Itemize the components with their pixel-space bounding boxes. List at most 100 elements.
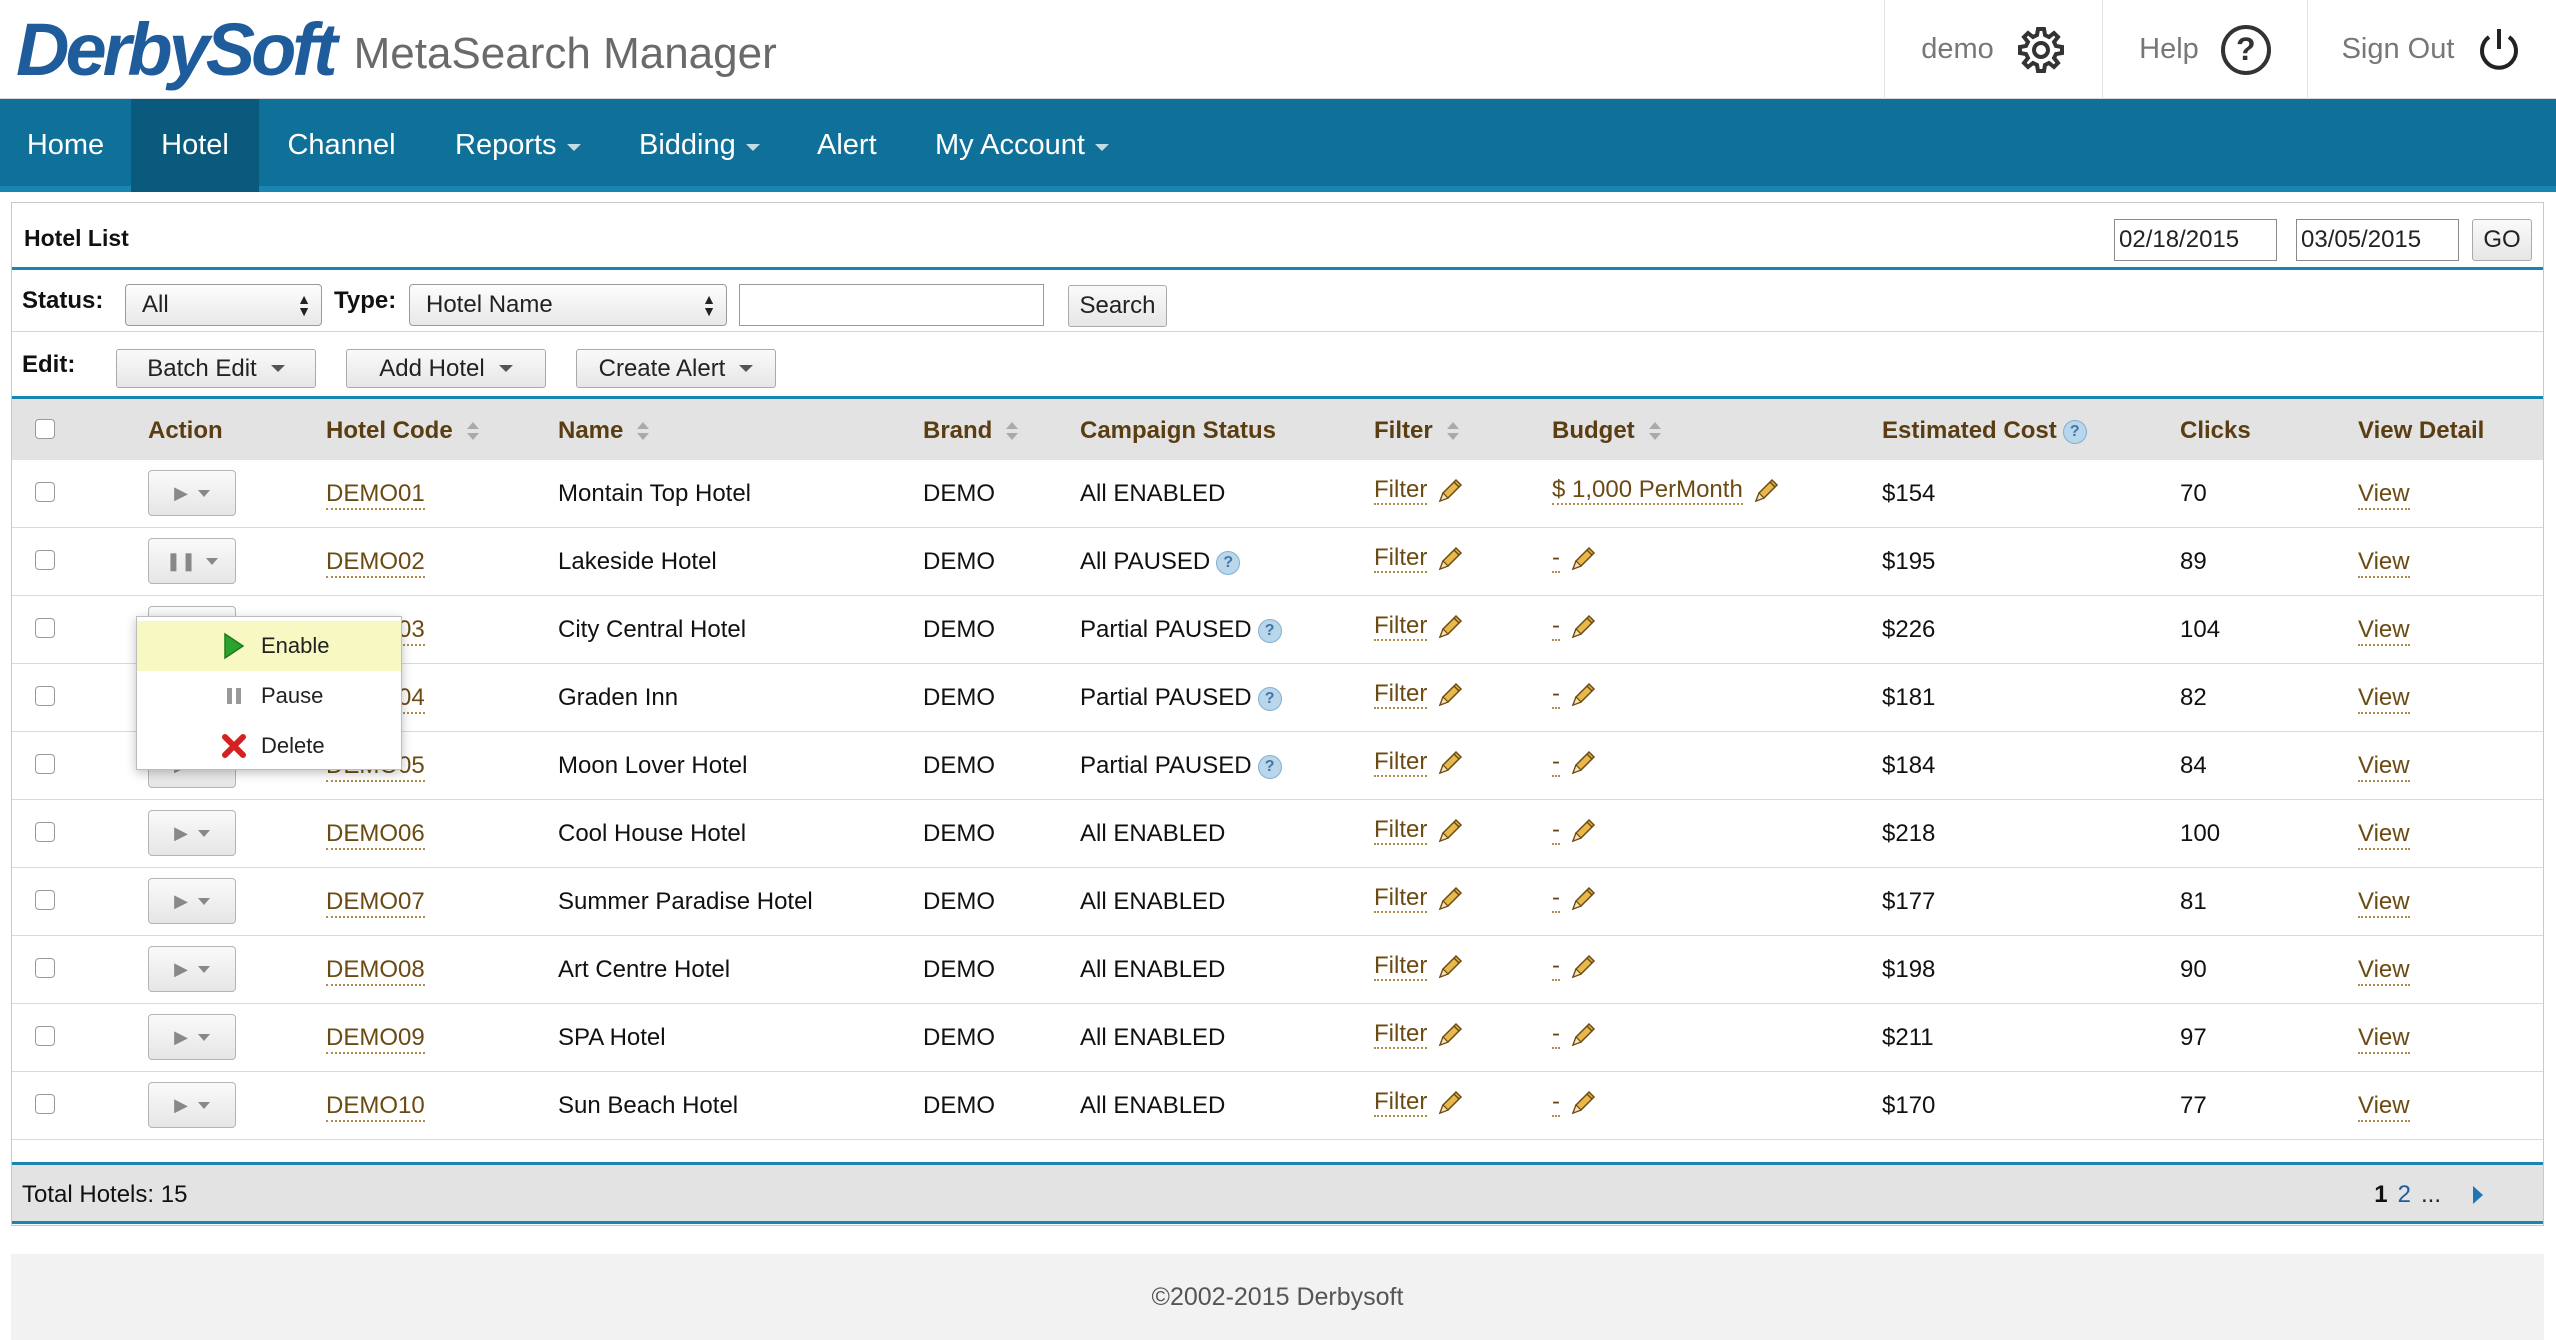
hotel-name: Cool House Hotel [558, 820, 747, 847]
row-action-button[interactable]: ▶ [148, 810, 236, 856]
hotel-code-link[interactable]: DEMO07 [326, 888, 425, 918]
row-checkbox[interactable] [35, 890, 55, 910]
menu-item-enable[interactable]: Enable [137, 621, 401, 671]
col-filter[interactable]: Filter [1374, 417, 1459, 445]
row-checkbox[interactable] [35, 822, 55, 842]
help-icon[interactable]: ? [1257, 686, 1282, 711]
hotel-code-link[interactable]: DEMO09 [326, 1024, 425, 1054]
sign-out-link[interactable]: Sign Out [2307, 0, 2556, 99]
view-detail-link[interactable]: View [2358, 752, 2410, 782]
row-checkbox[interactable] [35, 958, 55, 978]
hotel-code-link[interactable]: DEMO02 [326, 548, 425, 578]
date-to-input[interactable]: 03/05/2015 [2296, 219, 2459, 261]
filter-edit-link[interactable]: Filter [1374, 1088, 1465, 1118]
view-detail-link[interactable]: View [2358, 480, 2410, 510]
nav-bidding[interactable]: Bidding [639, 99, 760, 192]
col-budget[interactable]: Budget [1552, 417, 1661, 445]
budget-edit-link[interactable]: - [1552, 1020, 1598, 1050]
hotel-code-link[interactable]: DEMO08 [326, 956, 425, 986]
nav-my-account[interactable]: My Account [935, 99, 1109, 192]
nav-alert[interactable]: Alert [817, 99, 877, 192]
menu-item-delete[interactable]: Delete [137, 721, 401, 771]
add-hotel-button[interactable]: Add Hotel [346, 349, 546, 388]
filter-edit-link[interactable]: Filter [1374, 544, 1465, 574]
budget-edit-link[interactable]: - [1552, 544, 1598, 574]
filter-edit-link[interactable]: Filter [1374, 884, 1465, 914]
view-detail-link[interactable]: View [2358, 1024, 2410, 1054]
budget-edit-link[interactable]: - [1552, 884, 1598, 914]
chevron-down-icon [197, 965, 210, 973]
nav-hotel[interactable]: Hotel [131, 99, 259, 192]
budget-edit-link[interactable]: - [1552, 612, 1598, 642]
row-action-button[interactable]: ▶ [148, 946, 236, 992]
date-from-input[interactable]: 02/18/2015 [2114, 219, 2277, 261]
filter-edit-link[interactable]: Filter [1374, 816, 1465, 846]
row-checkbox[interactable] [35, 482, 55, 502]
filter-edit-link[interactable]: Filter [1374, 748, 1465, 778]
user-settings-link[interactable]: demo [1884, 0, 2102, 99]
filter-edit-link[interactable]: Filter [1374, 476, 1465, 506]
row-checkbox[interactable] [35, 686, 55, 706]
help-icon[interactable]: ? [2062, 419, 2087, 444]
budget-edit-link[interactable]: - [1552, 680, 1598, 710]
col-hotel-code[interactable]: Hotel Code [326, 417, 479, 445]
filter-edit-link[interactable]: Filter [1374, 612, 1465, 642]
estimated-cost: $170 [1882, 1092, 1936, 1119]
hotel-code-link[interactable]: DEMO06 [326, 820, 425, 850]
status-select[interactable]: All ▲ ▼ [125, 284, 322, 326]
view-detail-link[interactable]: View [2358, 548, 2410, 578]
budget-edit-link[interactable]: - [1552, 952, 1598, 982]
row-action-button[interactable]: ▶ [148, 1082, 236, 1128]
view-detail-link[interactable]: View [2358, 888, 2410, 918]
nav-reports[interactable]: Reports [455, 99, 581, 192]
search-input[interactable] [739, 284, 1044, 326]
budget-link-text: - [1552, 748, 1560, 778]
row-checkbox[interactable] [35, 618, 55, 638]
filter-edit-link[interactable]: Filter [1374, 1020, 1465, 1050]
page-link-2[interactable]: 2 [2398, 1181, 2411, 1209]
type-select[interactable]: Hotel Name ▲ ▼ [409, 284, 727, 326]
menu-item-pause[interactable]: Pause [137, 671, 401, 721]
row-checkbox[interactable] [35, 754, 55, 774]
col-brand[interactable]: Brand [923, 417, 1019, 445]
play-icon [219, 632, 249, 660]
pencil-icon [1427, 748, 1465, 775]
nav-channel[interactable]: Channel [259, 99, 424, 192]
search-button[interactable]: Search [1068, 285, 1167, 327]
nav-home[interactable]: Home [0, 99, 131, 192]
estimated-cost: $198 [1882, 956, 1936, 983]
view-detail-link[interactable]: View [2358, 616, 2410, 646]
logo[interactable]: DerbySoft MetaSearch Manager [16, 6, 777, 92]
view-detail-link[interactable]: View [2358, 1092, 2410, 1122]
row-checkbox[interactable] [35, 1026, 55, 1046]
help-icon[interactable]: ? [1257, 754, 1282, 779]
view-detail-link[interactable]: View [2358, 820, 2410, 850]
row-action-button[interactable]: ▶ [148, 878, 236, 924]
hotel-code-link[interactable]: DEMO01 [326, 480, 425, 510]
budget-edit-link[interactable]: - [1552, 816, 1598, 846]
help-icon[interactable]: ? [1216, 550, 1241, 575]
row-action-button[interactable]: ▶ [148, 1014, 236, 1060]
view-detail-link[interactable]: View [2358, 684, 2410, 714]
help-link[interactable]: Help ? [2102, 0, 2307, 99]
help-icon[interactable]: ? [1257, 618, 1282, 643]
hotel-code-link[interactable]: DEMO10 [326, 1092, 425, 1122]
row-action-button[interactable]: ▶ [148, 470, 236, 516]
budget-edit-link[interactable]: - [1552, 1088, 1598, 1118]
menu-item-pause-label: Pause [261, 683, 324, 708]
select-all-checkbox[interactable] [35, 419, 55, 439]
go-button[interactable]: GO [2472, 219, 2532, 261]
row-action-button[interactable]: ❚❚ [148, 538, 236, 584]
nav-reports-label: Reports [455, 129, 557, 161]
row-checkbox[interactable] [35, 1094, 55, 1114]
row-checkbox[interactable] [35, 550, 55, 570]
filter-edit-link[interactable]: Filter [1374, 680, 1465, 710]
col-name[interactable]: Name [558, 417, 650, 445]
budget-edit-link[interactable]: $ 1,000 PerMonth [1552, 476, 1781, 506]
next-page-icon[interactable] [2473, 1186, 2483, 1204]
view-detail-link[interactable]: View [2358, 956, 2410, 986]
budget-edit-link[interactable]: - [1552, 748, 1598, 778]
create-alert-button[interactable]: Create Alert [576, 349, 776, 388]
filter-edit-link[interactable]: Filter [1374, 952, 1465, 982]
batch-edit-button[interactable]: Batch Edit [116, 349, 316, 388]
